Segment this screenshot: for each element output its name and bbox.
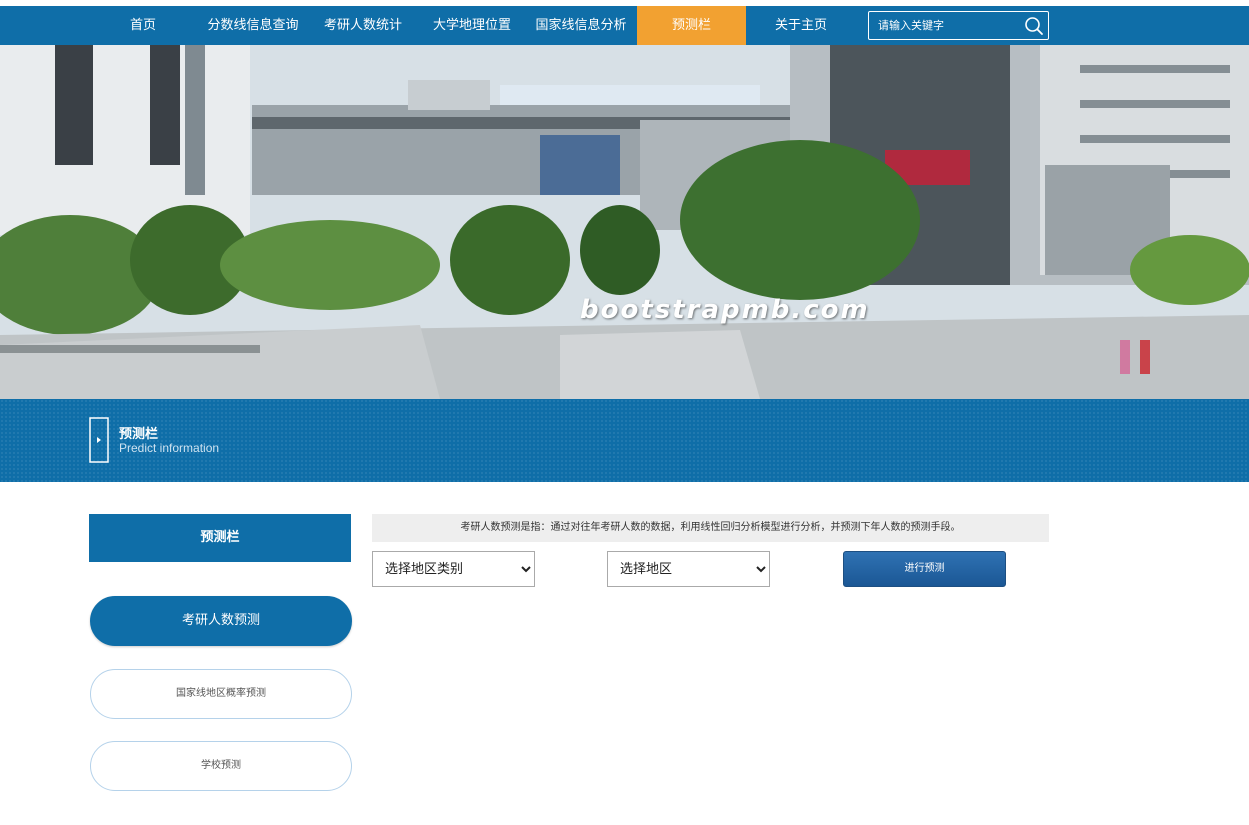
section-subtitle: Predict information — [119, 441, 220, 455]
sidebar-item-exam-count-predict[interactable]: 考研人数预测 — [90, 596, 352, 646]
prediction-description: 考研人数预测是指：通过对往年考研人数的数据，利用线性回归分析模型进行分析，并预测… — [372, 514, 1049, 542]
nav-item-score-query[interactable]: 分数线信息查询 — [198, 6, 308, 45]
search-icon[interactable] — [1024, 16, 1044, 36]
sidebar-item-school-predict[interactable]: 学校预测 — [90, 741, 352, 791]
campus-banner-image: bootstrapmb.com — [0, 45, 1249, 399]
sidebar-heading: 预测栏 — [89, 514, 351, 562]
top-nav: 首页 分数线信息查询 考研人数统计 大学地理位置 国家线信息分析 预测栏 关于主… — [0, 6, 1249, 45]
run-prediction-button[interactable]: 进行预测 — [843, 551, 1006, 587]
nav-item-predict[interactable]: 预测栏 — [637, 6, 746, 45]
nav-item-about[interactable]: 关于主页 — [746, 6, 856, 45]
nav-item-home[interactable]: 首页 — [88, 6, 198, 45]
search-input[interactable] — [869, 12, 1019, 39]
section-header: 预测栏 Predict information — [0, 399, 1249, 482]
banner-watermark: bootstrapmb.com — [580, 295, 870, 325]
section-title: 预测栏 — [119, 427, 159, 442]
region-category-select[interactable]: 选择地区类别 — [372, 551, 535, 587]
nav-item-university-location[interactable]: 大学地理位置 — [417, 6, 527, 45]
region-select[interactable]: 选择地区 — [607, 551, 770, 587]
search-box — [868, 11, 1049, 40]
sidebar-item-national-line-predict[interactable]: 国家线地区概率预测 — [90, 669, 352, 719]
nav-item-exam-stats[interactable]: 考研人数统计 — [308, 6, 418, 45]
nav-item-national-line[interactable]: 国家线信息分析 — [526, 6, 636, 45]
door-icon — [89, 417, 109, 463]
